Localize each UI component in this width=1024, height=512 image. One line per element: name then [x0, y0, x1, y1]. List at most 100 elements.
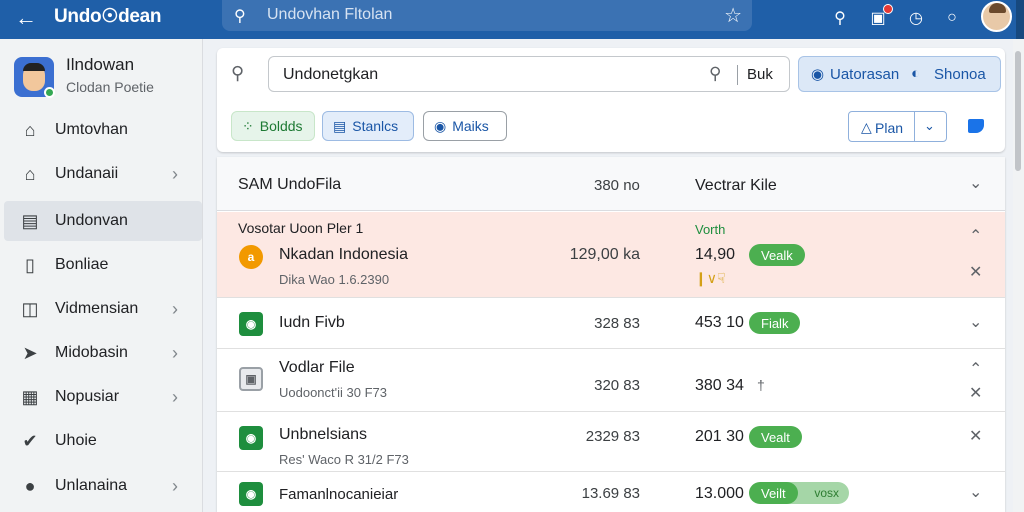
filter-chip-maiks[interactable]: ◉ Maiks — [423, 111, 507, 141]
file-value: 380 34 — [695, 377, 744, 394]
file-search-value[interactable]: Undonetgkan — [283, 66, 378, 84]
chevron-right-icon: › — [172, 475, 178, 496]
sidebar-item-5[interactable]: ◫ Vidmensian › — [4, 289, 202, 329]
online-status-dot — [44, 87, 55, 98]
search-icon[interactable]: ⚲ — [709, 64, 721, 84]
app-brand[interactable]: Undo☉dean — [54, 5, 162, 28]
table-row[interactable]: ◉ Unbnelsians Res' Waco R 31/2 F73 2329 … — [217, 412, 1005, 472]
status-badge: Veilt — [749, 482, 798, 504]
profile-subtitle: Clodan Poetie — [66, 79, 154, 95]
home-icon: ⌂ — [24, 163, 36, 184]
file-name[interactable]: Vodlar File — [279, 359, 355, 377]
file-circle-icon: a — [239, 245, 263, 269]
status-badge: Fialk — [749, 312, 801, 334]
chevron-right-icon: › — [172, 163, 178, 184]
sidebar-item-label: Umtovhan — [55, 121, 128, 138]
sidebar-item-label: Bonliae — [55, 256, 109, 273]
chevron-down-icon[interactable]: ⌄ — [969, 482, 982, 502]
search-icon[interactable]: ⚲ — [828, 6, 852, 30]
file-name[interactable]: Unbnelsians — [279, 426, 367, 444]
list-header: SAM UndoFila 380 no Vectrar Kile ⌄ — [217, 157, 1005, 211]
file-name[interactable]: Nkadan Indonesia — [279, 246, 408, 264]
status-circle-icon[interactable]: ○ — [940, 6, 964, 30]
filter-chip-stanlcs[interactable]: ▤ Stanlcs — [322, 111, 414, 141]
main-scrollbar[interactable] — [1013, 39, 1024, 512]
star-icon[interactable]: ☆ — [724, 3, 742, 28]
layers-icon: ◫ — [21, 298, 39, 319]
file-meta: Res' Waco R 31/2 F73 — [279, 452, 409, 467]
bag-icon: ▤ — [333, 117, 347, 134]
close-icon[interactable]: ✕ — [969, 426, 982, 446]
back-arrow-icon[interactable]: ← — [12, 4, 40, 32]
notifications-icon[interactable]: ▣ — [866, 4, 893, 30]
chip-label: Boldds — [259, 118, 303, 134]
profile-card[interactable]: Ilndowan Clodan Poetie — [14, 53, 199, 103]
global-search-bar[interactable]: ⚲ Undovhan Fltolan ☆ — [222, 0, 752, 31]
sidebar-item-label: Undonvan — [55, 212, 128, 229]
sidebar-item-label: Midobasin — [55, 344, 128, 361]
file-value: 14,90 — [695, 246, 736, 263]
sidebar-item-4[interactable]: ▯ Bonliae — [4, 245, 202, 285]
sidebar-item-label: Nopusiar — [55, 388, 120, 405]
file-size: 320 83 — [594, 377, 640, 394]
file-size: 129,00 ka — [569, 246, 640, 263]
chevron-down-icon[interactable]: ⌄ — [969, 173, 982, 193]
sidebar-item-7[interactable]: ▦ Nopusiar › — [4, 377, 202, 417]
column-value-header[interactable]: Vectrar Kile — [695, 177, 777, 195]
table-row[interactable]: ▣ Vodlar File Uodoonct'ii 30 F73 320 83 … — [217, 349, 1005, 412]
file-value: 201 30 — [695, 428, 744, 445]
column-size-header[interactable]: 380 no — [594, 177, 640, 194]
notification-badge — [883, 4, 893, 14]
chevron-up-icon[interactable]: ⌃ — [969, 359, 982, 379]
sidebar-item-6[interactable]: ➤ Midobasin › — [4, 333, 202, 373]
flag-icon[interactable] — [968, 119, 984, 133]
chevron-down-icon[interactable]: ⌄ — [924, 118, 935, 134]
status-badge: Vealt — [749, 426, 802, 448]
row-group-title: Vosotar Uoon Pler 1 — [238, 220, 364, 236]
sidebar-item-2[interactable]: ⌂ Undanaii › — [4, 154, 202, 194]
history-icon[interactable]: ◷ — [904, 6, 928, 30]
file-name[interactable]: Iudn Fivb — [279, 314, 345, 332]
chevron-down-icon[interactable]: ⌄ — [969, 312, 982, 332]
chevron-right-icon: › — [172, 386, 178, 407]
sidebar-item-label: Undanaii — [55, 165, 119, 182]
plan-divider — [914, 112, 915, 141]
table-row[interactable]: Vosotar Uoon Pler 1 Vorth a Nkadan Indon… — [217, 212, 1005, 298]
top-app-bar: ← Undo☉dean ⚲ Undovhan Fltolan ☆ ⚲ ▣ ◷ ○ — [0, 0, 1024, 39]
file-meta: Uodoonct'ii 30 F73 — [279, 385, 387, 400]
lock-icon: ◐ — [911, 65, 921, 82]
search-icon: ⚲ — [234, 8, 246, 25]
sidebar-item-9[interactable]: ● Unlanaina › — [4, 466, 202, 506]
close-icon[interactable]: ✕ — [969, 383, 982, 403]
sidebar-item-8[interactable]: ✔ Uhoie — [4, 421, 202, 461]
chevron-right-icon: › — [172, 298, 178, 319]
chip-label: Maiks — [452, 118, 489, 134]
file-search-input[interactable]: Undonetgkan ⚲ Buk — [268, 56, 790, 92]
share-button[interactable]: ◉ Uatorasan ◐ Shonoa — [798, 56, 1001, 92]
close-icon[interactable]: ✕ — [969, 262, 982, 282]
chevron-up-icon[interactable]: ⌃ — [969, 226, 982, 246]
table-row[interactable]: ◉ Famanlnocanieiar 13.69 83 13.000 vosx … — [217, 472, 1005, 512]
file-name[interactable]: Famanlnocanieiar — [279, 486, 398, 503]
tag-icon: ➤ — [22, 342, 38, 363]
file-size: 2329 83 — [585, 428, 640, 445]
chevron-right-icon: › — [172, 342, 178, 363]
search-scope-label[interactable]: Buk — [747, 66, 773, 83]
column-name-header[interactable]: SAM UndoFila — [238, 176, 341, 194]
plan-dropdown[interactable]: △ Plan ⌄ — [848, 111, 947, 142]
global-search-text[interactable]: Undovhan Fltolan — [267, 6, 392, 24]
table-row[interactable]: ◉ Iudn Fivb 328 83 453 10 Fialk ⌄ — [217, 298, 1005, 349]
filter-chip-boldds[interactable]: ⁘ Boldds — [231, 111, 315, 141]
toolbar-panel: ⚲ Undonetgkan ⚲ Buk ◉ Uatorasan ◐ Shonoa… — [217, 48, 1005, 152]
sidebar: Ilndowan Clodan Poetie ⌂ Umtovhan ⌂ Unda… — [0, 39, 203, 512]
user-avatar[interactable] — [981, 1, 1012, 32]
file-list: SAM UndoFila 380 no Vectrar Kile ⌄ Vosot… — [217, 157, 1005, 512]
sidebar-item-label: Unlanaina — [55, 477, 128, 494]
sidebar-item-label: Uhoie — [55, 432, 97, 449]
sidebar-item-1[interactable]: ⌂ Umtovhan — [4, 110, 202, 150]
scrollbar-thumb[interactable] — [1015, 51, 1021, 171]
file-value: 13.000 — [695, 485, 744, 502]
status-badge: Vealk — [749, 244, 805, 266]
plan-icon: △ — [861, 119, 872, 135]
sidebar-item-3[interactable]: ▤ Undonvan — [4, 201, 202, 241]
